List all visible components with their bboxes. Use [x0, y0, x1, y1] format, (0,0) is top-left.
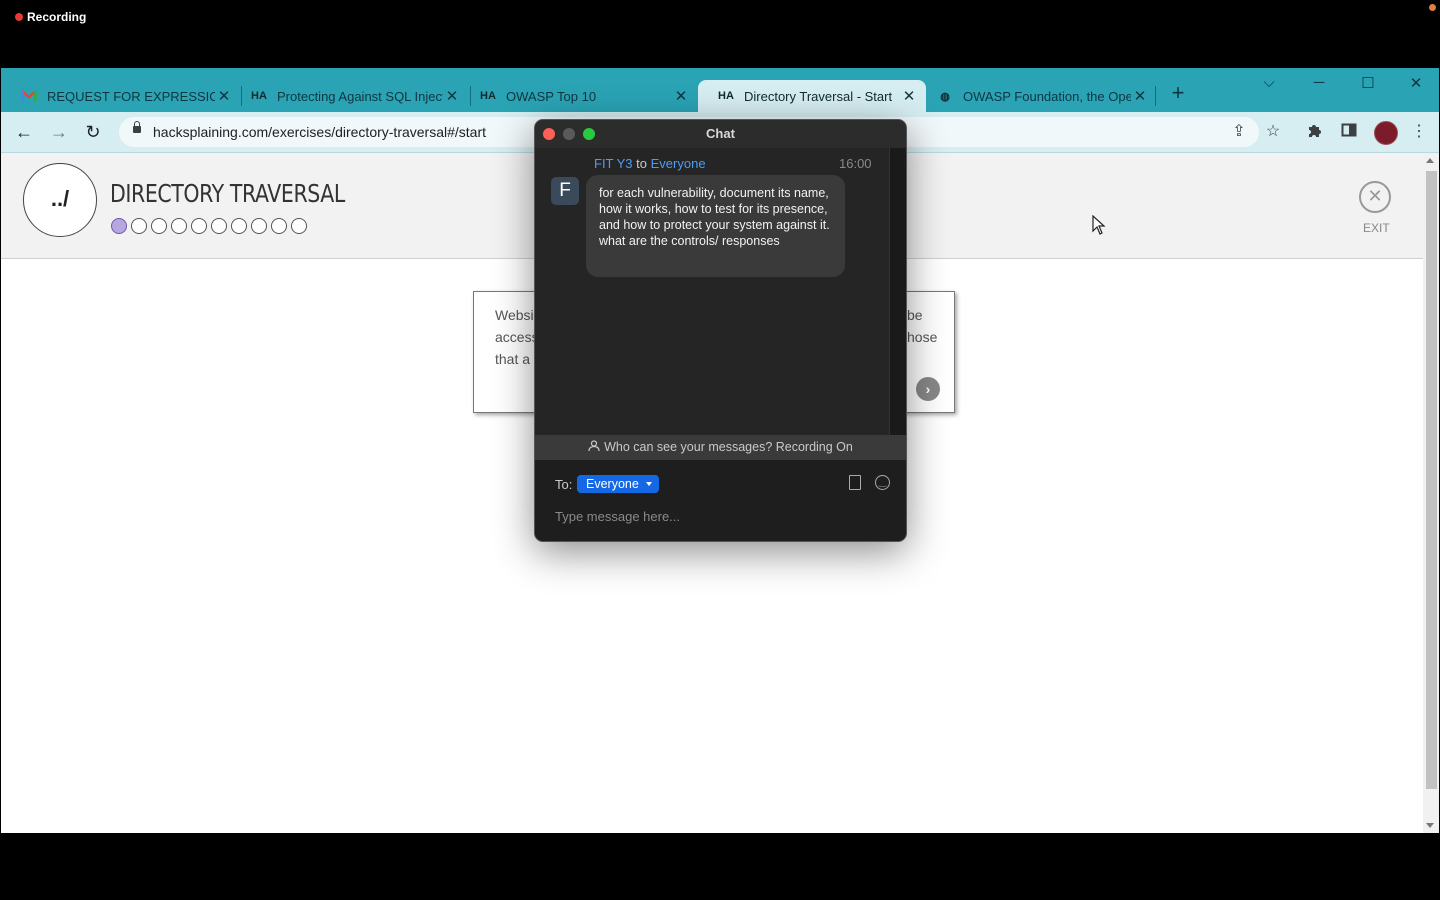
hacksplaining-icon: HA: [480, 90, 496, 102]
tab-title: Protecting Against SQL Injection: [277, 88, 443, 104]
progress-step: [151, 218, 167, 234]
card-text-right: be hose: [907, 304, 937, 348]
message-bubble: for each vulnerability, document its nam…: [586, 175, 845, 277]
close-tab-icon[interactable]: ✕: [443, 87, 461, 105]
progress-step: [131, 218, 147, 234]
scroll-down-icon[interactable]: [1426, 823, 1434, 828]
message-time: 16:00: [839, 156, 872, 171]
tab-owasp-top-10[interactable]: HA OWASP Top 10 ✕: [460, 80, 698, 112]
tab-title: OWASP Top 10: [506, 88, 597, 104]
person-icon: [588, 440, 600, 452]
maximize-button[interactable]: ☐: [1353, 74, 1383, 94]
reload-button[interactable]: ↻: [82, 121, 104, 143]
card-line: Websi: [495, 307, 534, 323]
card-line: access: [495, 329, 539, 345]
share-icon[interactable]: ⇪: [1229, 122, 1249, 142]
side-panel-icon[interactable]: [1339, 122, 1359, 142]
tab-title: OWASP Foundation, the Open: [963, 88, 1131, 104]
card-text-left: Websi access that a: [495, 304, 539, 370]
exit-label[interactable]: EXIT: [1363, 221, 1390, 235]
chat-titlebar: Chat: [535, 120, 906, 148]
page-scrollbar[interactable]: [1423, 153, 1439, 833]
close-tab-icon[interactable]: ✕: [900, 87, 918, 105]
recipient-select[interactable]: Everyone: [577, 475, 659, 493]
forward-button[interactable]: →: [48, 121, 70, 143]
close-window-button[interactable]: ✕: [1401, 74, 1431, 94]
tab-search-icon[interactable]: ⌵: [1254, 74, 1284, 94]
recipient-select-value: Everyone: [586, 477, 639, 491]
recording-dot-icon: [15, 13, 23, 21]
progress-step: [171, 218, 187, 234]
recording-label: Recording: [27, 10, 87, 24]
new-tab-button[interactable]: +: [1167, 82, 1189, 105]
to-label: To:: [555, 477, 573, 492]
tab-sql-injection[interactable]: HA Protecting Against SQL Injection ✕: [231, 80, 469, 112]
chat-scrollbar[interactable]: [889, 148, 906, 435]
progress-step: [211, 218, 227, 234]
progress-step: [271, 218, 287, 234]
emoji-icon[interactable]: ‿: [875, 475, 890, 490]
gmail-icon: [21, 88, 37, 104]
avatar: F: [551, 177, 579, 205]
hacksplaining-icon: HA: [251, 90, 267, 102]
mouse-cursor-icon: [1092, 215, 1106, 235]
file-share-icon[interactable]: [849, 475, 861, 490]
visibility-text: Who can see your messages? Recording On: [604, 440, 853, 454]
tab-owasp-foundation[interactable]: ◍ OWASP Foundation, the Open ✕: [917, 80, 1157, 112]
scroll-up-icon[interactable]: [1426, 158, 1434, 163]
message-sender-line: FIT Y3 to Everyone: [594, 156, 706, 171]
progress-step-done: [111, 218, 127, 234]
chat-title: Chat: [706, 126, 735, 141]
owasp-icon: ◍: [940, 90, 950, 103]
chat-composer: To: Everyone ‿: [535, 460, 906, 541]
card-line: be: [907, 307, 923, 323]
card-line: that a: [495, 351, 531, 367]
to-word: to: [636, 156, 648, 171]
lock-icon: [133, 121, 141, 133]
tab-separator: [1155, 86, 1156, 106]
scroll-thumb[interactable]: [1426, 171, 1437, 789]
message-text: for each vulnerability, document its nam…: [599, 186, 830, 248]
bookmark-star-icon[interactable]: ☆: [1263, 122, 1283, 142]
sender-name[interactable]: FIT Y3: [594, 156, 633, 171]
recipient-name[interactable]: Everyone: [651, 156, 706, 171]
tab-strip: REQUEST FOR EXPRESSION OF ✕ HA Protectin…: [1, 68, 1439, 112]
tab-title: Directory Traversal - Start: [744, 88, 893, 104]
minimize-button[interactable]: ─: [1304, 74, 1334, 94]
message-input[interactable]: [555, 505, 885, 527]
next-arrow-button[interactable]: ›: [916, 377, 940, 401]
progress-step: [251, 218, 267, 234]
visibility-notice[interactable]: Who can see your messages? Recording On: [535, 435, 906, 460]
hacksplaining-icon: HA: [718, 90, 734, 102]
tab-directory-traversal[interactable]: HA Directory Traversal - Start ✕: [698, 80, 926, 112]
back-button[interactable]: ←: [13, 121, 35, 143]
extensions-puzzle-icon[interactable]: [1305, 122, 1325, 142]
menu-dots-icon[interactable]: ⋮: [1409, 122, 1429, 142]
progress-step: [291, 218, 307, 234]
chat-window: Chat FIT Y3 to Everyone 16:00 F for each…: [534, 119, 907, 542]
lesson-logo: ../: [23, 163, 97, 237]
page-title: DIRECTORY TRAVERSAL: [110, 179, 345, 208]
close-tab-icon[interactable]: ✕: [672, 87, 690, 105]
status-dot-icon: [1429, 4, 1436, 11]
recording-bar: Recording: [0, 0, 1440, 68]
chat-message-list: FIT Y3 to Everyone 16:00 F for each vuln…: [535, 148, 889, 435]
card-line: hose: [907, 329, 938, 345]
progress-step: [231, 218, 247, 234]
tab-title: REQUEST FOR EXPRESSION OF: [47, 88, 215, 104]
tab-gmail[interactable]: REQUEST FOR EXPRESSION OF ✕: [1, 80, 241, 112]
close-tab-icon[interactable]: ✕: [1131, 87, 1149, 105]
progress-step: [191, 218, 207, 234]
profile-avatar[interactable]: [1374, 121, 1398, 145]
exit-icon[interactable]: ✕: [1359, 181, 1391, 213]
chevron-down-icon: [646, 482, 652, 486]
progress-indicator: [111, 218, 307, 234]
url-text: hacksplaining.com/exercises/directory-tr…: [153, 124, 487, 140]
